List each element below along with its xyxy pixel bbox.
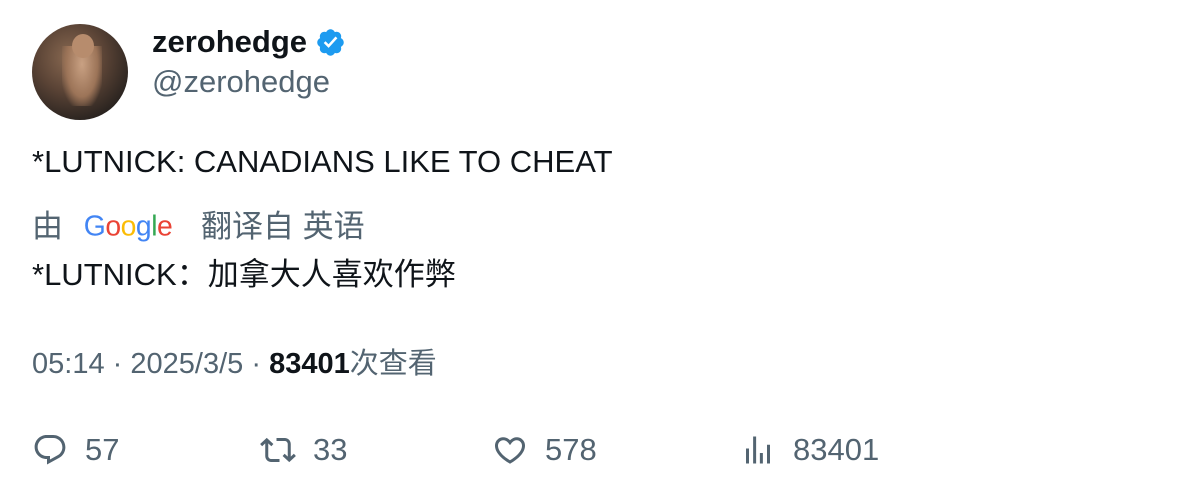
- reply-icon: [34, 435, 66, 465]
- translation-by-label: 由: [32, 209, 63, 244]
- views-label: 次查看: [349, 348, 437, 380]
- like-button[interactable]: 578: [492, 430, 597, 470]
- verified-badge-icon: [317, 28, 344, 56]
- meta-separator: ·: [112, 348, 123, 380]
- author-name-row: zerohedge: [152, 22, 346, 62]
- tweet-text: *LUTNICK: CANADIANS LIKE TO CHEAT: [32, 144, 613, 179]
- like-count: 578: [545, 432, 597, 467]
- google-logo: Google: [84, 211, 173, 243]
- views-count: 83401: [269, 348, 350, 380]
- reply-count: 57: [85, 432, 120, 467]
- avatar-head: [72, 34, 94, 58]
- retweet-icon: [260, 437, 296, 463]
- reply-button[interactable]: 57: [32, 430, 119, 470]
- views-button[interactable]: 83401: [740, 430, 879, 470]
- svg-text:Google: Google: [84, 211, 173, 243]
- views-action-count: 83401: [793, 432, 880, 467]
- translation-from-label[interactable]: 翻译自 英语: [201, 207, 365, 247]
- translated-tweet-text: *LUTNICK：加拿大人喜欢作弊: [32, 257, 456, 292]
- tweet-date[interactable]: 2025/3/5: [130, 348, 243, 380]
- retweet-button[interactable]: 33: [260, 430, 347, 470]
- retweet-count: 33: [313, 432, 348, 467]
- translation-attribution: 由 Google 翻译自 英语: [32, 207, 365, 247]
- meta-separator: ·: [251, 348, 261, 380]
- tweet-meta: 05:14 · 2025/3/5 · 83401次查看: [32, 344, 437, 384]
- author-display-name[interactable]: zerohedge: [152, 22, 307, 62]
- author-handle[interactable]: @zerohedge: [152, 62, 330, 102]
- tweet-time[interactable]: 05:14: [32, 348, 105, 380]
- analytics-icon: [746, 436, 770, 464]
- avatar[interactable]: [32, 24, 128, 120]
- heart-icon: [494, 437, 526, 464]
